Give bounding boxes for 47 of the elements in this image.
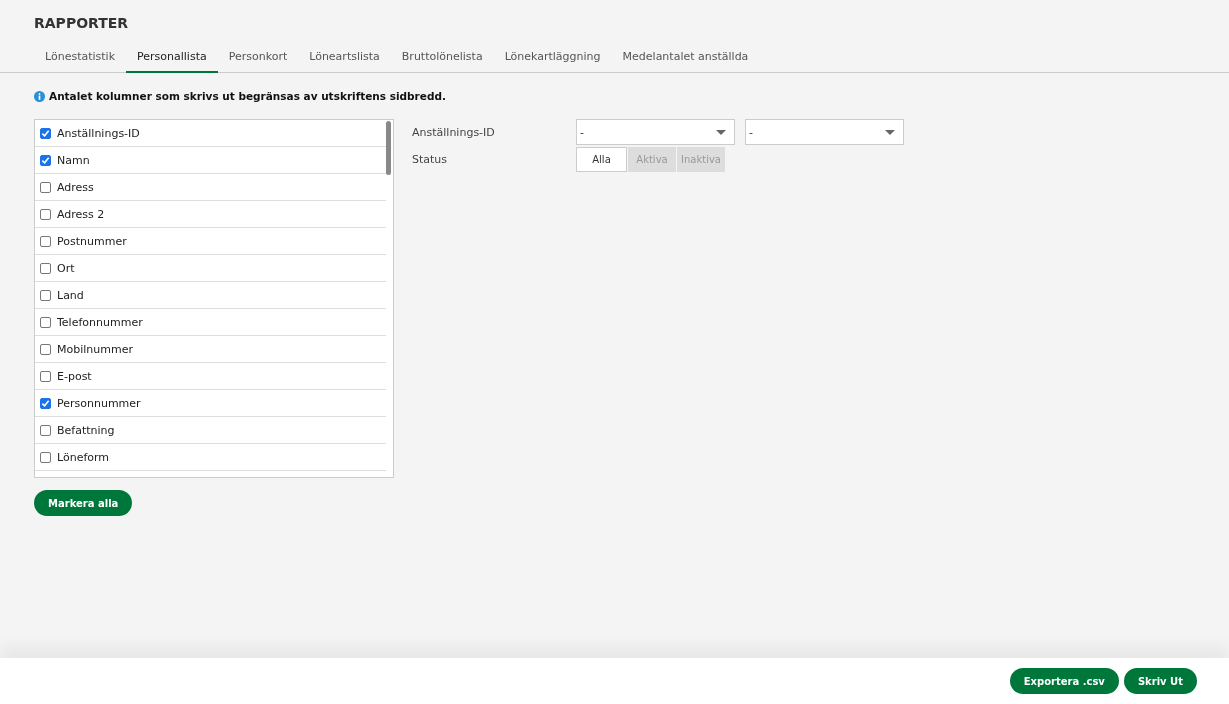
caret-icon bbox=[716, 129, 726, 135]
checkbox[interactable] bbox=[40, 397, 51, 409]
column-label: Personnummer bbox=[57, 396, 141, 410]
dropdown[interactable]: - bbox=[576, 119, 735, 145]
column-label: Adress 2 bbox=[57, 207, 105, 221]
select-all-button[interactable]: Markera alla bbox=[34, 490, 133, 516]
caret-icon bbox=[885, 129, 895, 135]
checkbox[interactable] bbox=[40, 181, 51, 193]
tab[interactable]: Personkort bbox=[217, 44, 299, 73]
checkbox[interactable] bbox=[40, 154, 51, 166]
column-label: Ort bbox=[57, 261, 75, 275]
column-label: Adress bbox=[57, 180, 94, 194]
checkbox[interactable] bbox=[40, 208, 51, 220]
field-label: Status bbox=[412, 153, 449, 166]
tab[interactable]: Lönestatistik bbox=[34, 44, 127, 73]
checkbox[interactable] bbox=[40, 370, 51, 382]
column-label: Mobilnummer bbox=[57, 342, 133, 356]
column-label: E-post bbox=[57, 369, 92, 383]
field-label: Anställnings-ID bbox=[412, 125, 496, 139]
checkbox[interactable] bbox=[40, 235, 51, 247]
tab[interactable]: Löneartslista bbox=[298, 44, 391, 73]
info-icon bbox=[34, 90, 45, 102]
column-label: Löneform bbox=[57, 450, 110, 464]
checkbox[interactable] bbox=[40, 451, 51, 463]
page-title: RAPPORTER bbox=[34, 15, 130, 33]
info-text: Antalet kolumner som skrivs ut begränsas av utskriftens sidbredd. bbox=[49, 90, 446, 102]
column-label: Befattning bbox=[57, 423, 115, 437]
column-label: Land bbox=[57, 288, 84, 302]
checkbox[interactable] bbox=[40, 127, 51, 139]
status-toggle[interactable]: Alla bbox=[576, 147, 627, 172]
scrollbar-thumb[interactable] bbox=[386, 121, 391, 175]
column-label: Postnummer bbox=[57, 234, 127, 248]
column-label: Namn bbox=[57, 153, 90, 167]
checkbox[interactable] bbox=[40, 343, 51, 355]
tab[interactable]: Bruttolönelista bbox=[390, 44, 494, 73]
export-button[interactable]: Exportera .csv bbox=[1009, 668, 1119, 694]
column-label: Telefonnummer bbox=[57, 315, 143, 329]
checkbox[interactable] bbox=[40, 289, 51, 301]
column-label: Anställnings-ID bbox=[57, 126, 140, 140]
print-button[interactable]: Skriv Ut bbox=[1123, 668, 1197, 694]
checkbox[interactable] bbox=[40, 316, 51, 328]
checkbox[interactable] bbox=[40, 262, 51, 274]
tab[interactable]: Personallista bbox=[126, 44, 218, 73]
dropdown[interactable]: - bbox=[745, 119, 904, 145]
tab[interactable]: Lönekartläggning bbox=[493, 44, 612, 73]
tab[interactable]: Medelantalet anställda bbox=[611, 44, 760, 73]
checkbox[interactable] bbox=[40, 424, 51, 436]
